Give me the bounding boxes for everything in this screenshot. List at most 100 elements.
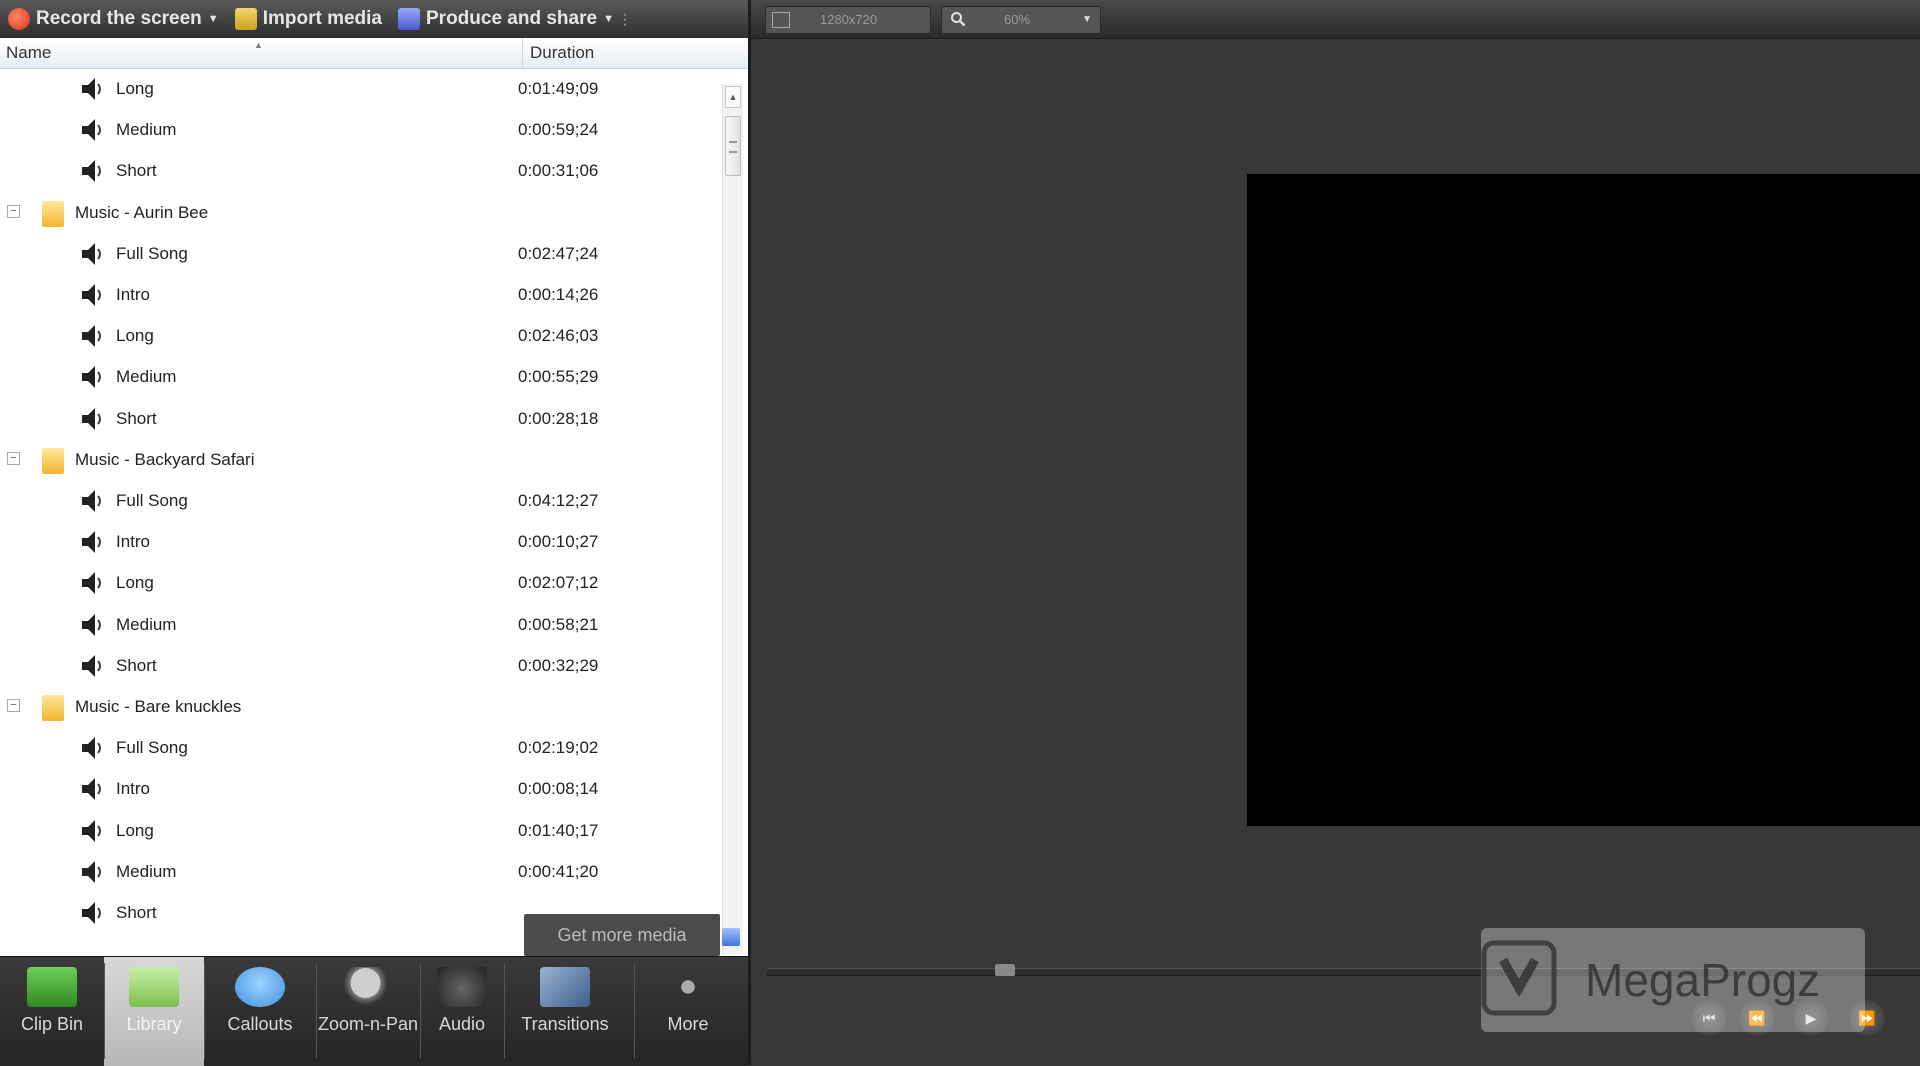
item-label: Medium bbox=[116, 862, 177, 881]
item-label: Intro bbox=[116, 285, 151, 304]
duration-value: 0:00:31;06 bbox=[518, 161, 599, 180]
vertical-scrollbar[interactable]: ▲ bbox=[722, 84, 743, 954]
import-folder-icon bbox=[234, 8, 257, 30]
list-item[interactable]: Long 0:01:40;17 bbox=[0, 810, 720, 851]
chevron-down-icon: ▼ bbox=[207, 13, 219, 25]
speaker-icon bbox=[82, 490, 101, 512]
list-item[interactable]: Long 0:01:49;09 bbox=[0, 68, 720, 109]
list-item[interactable]: Full Song 0:02:47;24 bbox=[0, 233, 720, 274]
tab-label: Zoom-n-Pan bbox=[317, 1014, 419, 1034]
import-media-button[interactable]: Import media bbox=[227, 0, 390, 38]
tab-callouts[interactable]: Callouts bbox=[204, 957, 316, 1066]
tab-library[interactable]: Library bbox=[104, 957, 204, 1066]
item-label: Long bbox=[116, 573, 154, 592]
item-label: Intro bbox=[116, 779, 151, 798]
clip-bin-icon bbox=[27, 967, 77, 1007]
preview-pane: 1280x720 60% ▼ ⏮ ⏪ ▶ ⏩ MegaProgz bbox=[748, 0, 1920, 1065]
transitions-icon bbox=[540, 967, 590, 1007]
watermark: MegaProgz bbox=[1481, 928, 1865, 1032]
speaker-icon bbox=[82, 78, 101, 100]
list-item[interactable]: Full Song 0:04:12;27 bbox=[0, 480, 720, 521]
tab-zoom-n-pan[interactable]: Zoom-n-Pan bbox=[316, 957, 420, 1066]
list-item[interactable]: Long 0:02:46;03 bbox=[0, 315, 720, 356]
item-label: Short bbox=[116, 656, 157, 675]
list-item[interactable]: Medium 0:00:55;29 bbox=[0, 356, 720, 397]
callouts-icon bbox=[235, 967, 285, 1007]
list-item[interactable]: Intro 0:00:10;27 bbox=[0, 521, 720, 562]
speaker-icon bbox=[82, 119, 101, 141]
speaker-icon bbox=[82, 366, 101, 388]
list-item[interactable]: Full Song 0:02:19;02 bbox=[0, 727, 720, 768]
item-label: Medium bbox=[116, 120, 177, 139]
folder-label: Music - Bare knuckles bbox=[75, 697, 242, 716]
overflow-icon: ⋮ bbox=[617, 10, 632, 27]
sort-ascending-icon: ▲ bbox=[254, 40, 263, 50]
tab-divider bbox=[104, 963, 105, 1059]
duration-value: 0:00:08;14 bbox=[518, 779, 599, 798]
grip-icon bbox=[729, 141, 737, 153]
scroll-down-icon[interactable] bbox=[722, 928, 740, 946]
scrollbar-thumb[interactable] bbox=[725, 116, 741, 176]
speaker-icon bbox=[82, 861, 101, 883]
folder-icon bbox=[42, 201, 64, 227]
produce-share-label: Produce and share bbox=[426, 8, 598, 29]
tab-audio[interactable]: Audio bbox=[420, 957, 504, 1066]
chevron-down-icon: ▼ bbox=[603, 13, 614, 25]
get-more-media-button[interactable]: Get more media bbox=[524, 914, 720, 956]
name-column-header[interactable]: Name bbox=[6, 38, 523, 68]
duration-value: 0:00:14;26 bbox=[518, 285, 599, 304]
search-icon bbox=[951, 12, 966, 27]
collapse-icon[interactable]: − bbox=[7, 699, 20, 712]
video-canvas[interactable] bbox=[1247, 174, 1920, 826]
list-item[interactable]: Intro 0:00:14;26 bbox=[0, 274, 720, 315]
dimensions-dropdown[interactable]: 1280x720 bbox=[765, 6, 931, 34]
item-label: Medium bbox=[116, 367, 177, 386]
import-media-label: Import media bbox=[262, 8, 382, 29]
zoom-dropdown[interactable]: 60% ▼ bbox=[941, 6, 1101, 34]
tab-transitions[interactable]: Transitions bbox=[504, 957, 626, 1066]
list-item[interactable]: Medium 0:00:59;24 bbox=[0, 109, 720, 150]
record-icon bbox=[8, 8, 30, 30]
dimensions-value: 1280x720 bbox=[820, 12, 878, 27]
list-item[interactable]: Short 0:00:28;18 bbox=[0, 398, 720, 439]
main-toolbar: Record the screen ▼ Import media Produce… bbox=[0, 0, 748, 39]
list-item[interactable]: Intro 0:00:08;14 bbox=[0, 768, 720, 809]
scrubber-handle[interactable] bbox=[995, 964, 1015, 976]
tab-label: Audio bbox=[438, 1014, 486, 1034]
collapse-icon[interactable]: − bbox=[7, 452, 20, 465]
column-header: Name ▲ Duration bbox=[0, 38, 748, 69]
duration-value: 0:00:59;24 bbox=[518, 120, 599, 139]
item-label: Full Song bbox=[116, 738, 188, 757]
item-label: Short bbox=[116, 409, 157, 428]
tab-label: Transitions bbox=[521, 1014, 609, 1034]
record-screen-button[interactable]: Record the screen ▼ bbox=[0, 0, 227, 38]
list-item[interactable]: Short 0:00:32;29 bbox=[0, 645, 720, 686]
duration-column-header[interactable]: Duration bbox=[530, 38, 594, 68]
list-item[interactable]: Short 0:00:31;06 bbox=[0, 150, 720, 191]
library-icon bbox=[129, 967, 179, 1007]
duration-value: 0:02:07;12 bbox=[518, 573, 599, 592]
list-item[interactable]: Medium 0:00:58;21 bbox=[0, 604, 720, 645]
tab-more[interactable]: More bbox=[634, 957, 742, 1066]
folder-row[interactable]: − Music - Aurin Bee bbox=[0, 192, 720, 233]
folder-row[interactable]: − Music - Bare knuckles bbox=[0, 686, 720, 727]
collapse-icon[interactable]: − bbox=[7, 205, 20, 218]
speaker-icon bbox=[82, 737, 101, 759]
folder-row[interactable]: − Music - Backyard Safari bbox=[0, 439, 720, 480]
zoom-value: 60% bbox=[1004, 12, 1031, 27]
item-label: Full Song bbox=[116, 491, 188, 510]
duration-value: 0:00:32;29 bbox=[518, 656, 599, 675]
produce-icon bbox=[398, 8, 420, 30]
speaker-icon bbox=[82, 408, 101, 430]
speaker-icon bbox=[82, 160, 101, 182]
scroll-up-icon[interactable]: ▲ bbox=[725, 86, 741, 108]
watermark-logo-icon bbox=[1481, 940, 1557, 1016]
produce-share-button[interactable]: Produce and share ▼ ⋮ bbox=[390, 0, 640, 38]
list-item[interactable]: Medium 0:00:41;20 bbox=[0, 851, 720, 892]
tab-clip-bin[interactable]: Clip Bin bbox=[0, 957, 104, 1066]
duration-value: 0:00:28;18 bbox=[518, 409, 599, 428]
list-item[interactable]: Long 0:02:07;12 bbox=[0, 562, 720, 603]
item-label: Short bbox=[116, 161, 157, 180]
duration-value: 0:02:46;03 bbox=[518, 326, 599, 345]
folder-icon bbox=[42, 448, 64, 474]
